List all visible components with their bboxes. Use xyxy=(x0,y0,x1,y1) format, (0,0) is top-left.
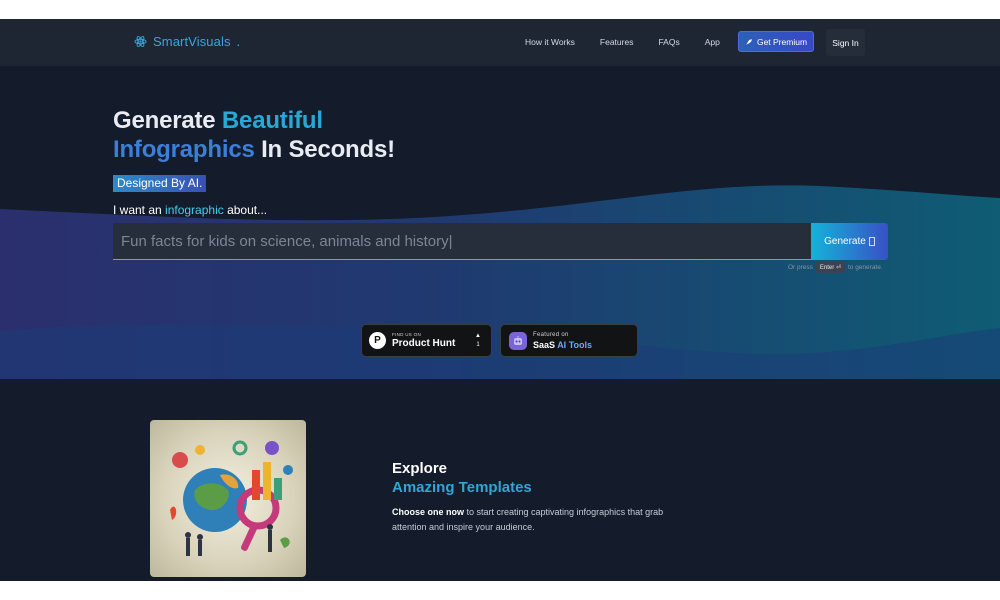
product-hunt-big: Product Hunt xyxy=(392,337,456,349)
brand-name: SmartVisuals xyxy=(153,34,231,49)
robot-icon xyxy=(509,331,527,350)
product-hunt-logo-icon: P xyxy=(369,332,386,349)
enter-key-label: Enter xyxy=(819,265,835,271)
saas-text: Featured on SaaS AI Tools xyxy=(533,331,592,351)
infographic-illustration-icon xyxy=(170,440,293,556)
headline-part2: In Seconds! xyxy=(254,136,395,163)
nav-link-app[interactable]: App xyxy=(705,32,720,52)
app-window: SmartVisuals. How it Works Features FAQs… xyxy=(0,19,1000,581)
explore-title: Explore xyxy=(392,460,448,477)
get-premium-button[interactable]: Get Premium xyxy=(738,31,814,52)
get-premium-label: Get Premium xyxy=(756,36,808,47)
enter-key: Enter ⏎ xyxy=(815,262,845,273)
upvote-count: ▲ 1 xyxy=(475,332,481,350)
nav-link-features[interactable]: Features xyxy=(600,32,634,52)
product-hunt-badge[interactable]: P FIND US ON Product Hunt ▲ 1 xyxy=(361,324,492,357)
generate-label: Generate xyxy=(824,236,866,247)
saas-big-2: AI Tools xyxy=(557,339,593,350)
product-hunt-text: FIND US ON Product Hunt xyxy=(392,332,455,350)
hero-section: Generate Beautiful Infographics In Secon… xyxy=(0,66,1000,379)
brand-dot: . xyxy=(236,34,241,49)
top-nav: SmartVisuals. How it Works Features FAQs… xyxy=(0,19,1000,66)
prompt-prefix: I want an xyxy=(113,203,166,217)
headline-accent2: Infographics xyxy=(113,136,255,163)
nav-link-how-it-works[interactable]: How it Works xyxy=(525,32,575,52)
upvote-arrow-icon: ▲ xyxy=(475,333,481,339)
hero-headline: Generate Beautiful Infographics In Secon… xyxy=(113,106,395,164)
explore-description: Choose one now to start creating captiva… xyxy=(392,505,692,535)
prompt-highlight: infographic xyxy=(165,203,224,217)
topic-input-container xyxy=(113,223,812,260)
sparkle-icon xyxy=(868,237,875,246)
templates-section: Explore Amazing Templates Choose one now… xyxy=(0,379,1000,581)
enter-hint: Or press Enter ⏎ to generate. xyxy=(788,262,883,273)
template-illustration[interactable] xyxy=(150,420,306,577)
generate-button[interactable]: Generate xyxy=(811,223,888,260)
rocket-icon xyxy=(746,38,752,45)
topic-input[interactable] xyxy=(113,223,812,259)
saas-ai-tools-badge[interactable]: Featured on SaaS AI Tools xyxy=(500,324,638,357)
headline-part1: Generate xyxy=(113,107,222,134)
nav-link-faqs[interactable]: FAQs xyxy=(658,32,679,52)
saas-big-1: SaaS xyxy=(533,339,558,350)
prompt-suffix: about... xyxy=(223,203,268,217)
ai-badge: Designed By AI. xyxy=(113,175,207,192)
brand-logo[interactable]: SmartVisuals. xyxy=(134,34,240,49)
saas-small: Featured on xyxy=(533,331,569,338)
explore-subtitle: Amazing Templates xyxy=(392,479,532,496)
nav-links: How it Works Features FAQs App xyxy=(525,32,745,52)
saas-big: SaaS AI Tools xyxy=(533,339,592,351)
sign-in-button[interactable]: Sign In xyxy=(826,29,865,56)
return-icon: ⏎ xyxy=(835,265,841,271)
upvote-number: 1 xyxy=(476,342,480,348)
explore-desc-bold: Choose one now xyxy=(392,507,464,517)
atom-icon xyxy=(134,36,147,47)
hint-suffix: to generate. xyxy=(847,264,883,271)
hint-prefix: Or press xyxy=(788,264,813,271)
prompt-label: I want an infographic about... xyxy=(113,203,267,217)
headline-accent1: Beautiful xyxy=(221,107,323,134)
